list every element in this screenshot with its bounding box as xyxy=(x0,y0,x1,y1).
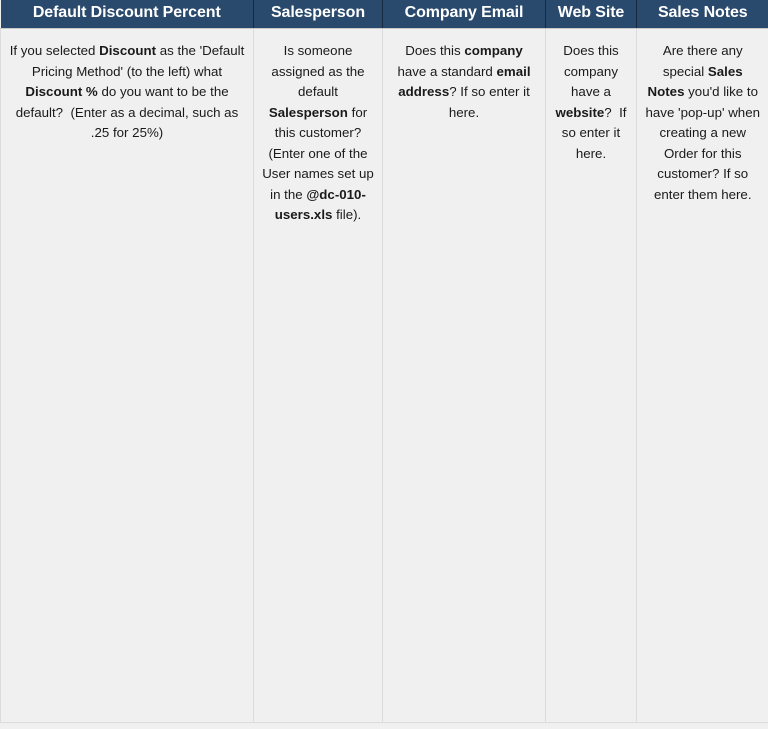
table-row: If you selected Discount as the 'Default… xyxy=(0,28,768,723)
column-header-web-site[interactable]: Web Site xyxy=(545,0,637,29)
table-body: If you selected Discount as the 'Default… xyxy=(0,28,768,723)
help-text-web-site: Does this company have a website? If so … xyxy=(555,43,627,161)
cell-salesperson[interactable]: Is someone assigned as the default Sales… xyxy=(253,28,383,723)
cell-company-email[interactable]: Does this company have a standard email … xyxy=(382,28,546,723)
column-header-sales-notes[interactable]: Sales Notes xyxy=(636,0,768,29)
cell-sales-notes[interactable]: Are there any special Sales Notes you'd … xyxy=(636,28,768,723)
column-header-default-discount-percent[interactable]: Default Discount Percent xyxy=(0,0,254,29)
cell-default-discount-percent[interactable]: If you selected Discount as the 'Default… xyxy=(0,28,254,723)
table-header-row: Default Discount Percent Salesperson Com… xyxy=(0,0,768,29)
cell-web-site[interactable]: Does this company have a website? If so … xyxy=(545,28,637,723)
table-header: Default Discount Percent Salesperson Com… xyxy=(0,0,768,29)
column-header-company-email[interactable]: Company Email xyxy=(382,0,546,29)
spreadsheet-help-table: Default Discount Percent Salesperson Com… xyxy=(0,0,768,729)
help-text-salesperson: Is someone assigned as the default Sales… xyxy=(262,43,374,222)
help-text-default-discount-percent: If you selected Discount as the 'Default… xyxy=(9,43,245,140)
data-table: Default Discount Percent Salesperson Com… xyxy=(0,0,768,723)
column-header-salesperson[interactable]: Salesperson xyxy=(253,0,383,29)
help-text-company-email: Does this company have a standard email … xyxy=(397,43,531,120)
help-text-sales-notes: Are there any special Sales Notes you'd … xyxy=(645,43,761,202)
